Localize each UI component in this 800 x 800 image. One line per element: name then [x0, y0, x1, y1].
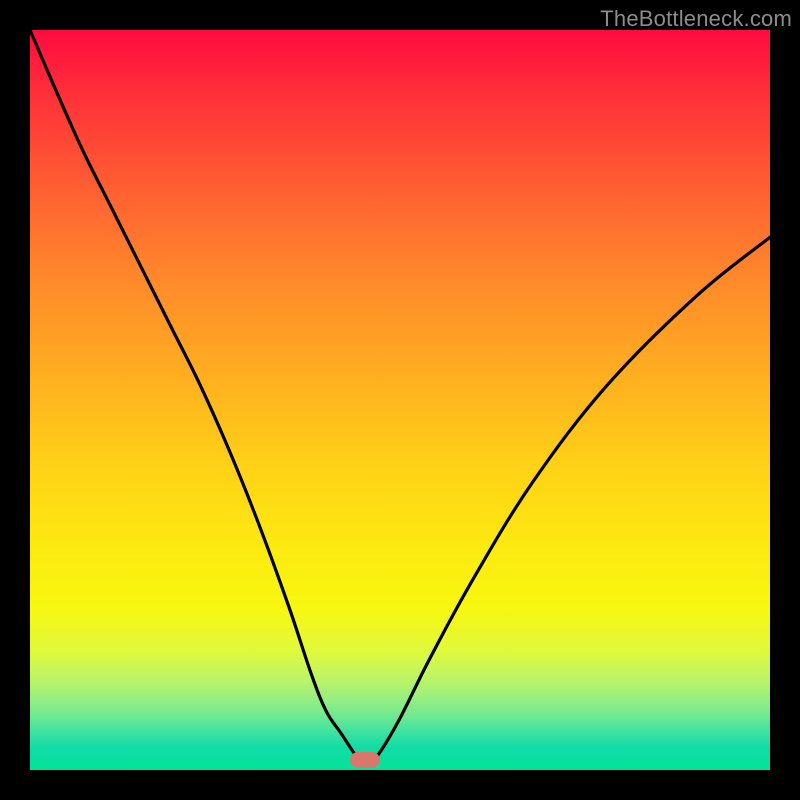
bottleneck-curve: [30, 30, 770, 770]
chart-frame: TheBottleneck.com: [0, 0, 800, 800]
plot-area: [30, 30, 770, 770]
optimum-marker: [350, 752, 380, 768]
attribution-text: TheBottleneck.com: [600, 6, 792, 32]
